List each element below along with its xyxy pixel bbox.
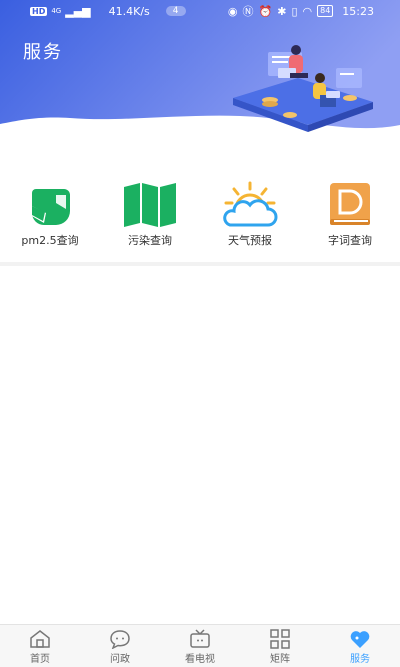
service-grid: pm2.5查询 污染查询 天气预报 字词查询: [0, 178, 400, 248]
nav-label: 看电视: [185, 654, 215, 665]
clock: 15:23: [342, 4, 374, 18]
service-label: 污染查询: [128, 234, 172, 247]
header-banner: HD 4G ▂▄▆ 41.4K/s 4 ◉ Ⓝ ⏰ ✱ ▯ ◠ 84 15:23…: [0, 0, 400, 150]
notification-count: 4: [165, 6, 186, 16]
hd-badge: HD: [30, 6, 48, 16]
wifi-icon: ◠: [302, 4, 313, 18]
nav-label: 服务: [350, 654, 370, 665]
mask-icon: [30, 189, 70, 225]
nav-matrix[interactable]: 矩阵: [240, 625, 320, 667]
map-icon: [124, 183, 176, 227]
service-label: pm2.5查询: [21, 234, 79, 247]
service-label: 天气预报: [228, 234, 272, 247]
nav-service[interactable]: 服务: [320, 625, 400, 667]
bluetooth-icon: ✱: [277, 4, 287, 18]
home-icon: [30, 630, 50, 648]
nfc-icon: Ⓝ: [242, 5, 254, 18]
signal-bars-icon: ▂▄▆: [65, 4, 91, 18]
nav-label: 首页: [30, 654, 50, 665]
tv-icon: [190, 629, 210, 648]
nav-tv[interactable]: 看电视: [160, 625, 240, 667]
grid-icon: [270, 629, 290, 649]
nav-home[interactable]: 首页: [0, 625, 80, 667]
weather-icon: [223, 181, 278, 227]
section-divider: [0, 262, 400, 266]
page-title: 服务: [23, 42, 63, 63]
heart-icon: [350, 631, 370, 648]
nav-label: 问政: [110, 654, 130, 665]
service-label: 字词查询: [328, 234, 372, 247]
alarm-icon: ⏰: [258, 4, 273, 18]
banner-illustration: [233, 45, 373, 132]
vibrate-icon: ▯: [291, 4, 298, 18]
network-speed: 41.4K/s: [108, 4, 150, 18]
battery-icon: 84: [317, 5, 334, 17]
nav-label: 矩阵: [270, 654, 290, 665]
bottom-nav: 首页 问政 看电视 矩阵 服务: [0, 624, 400, 667]
chat-icon: [110, 630, 130, 649]
signal-icon: 4G: [51, 7, 62, 15]
nav-inquiry[interactable]: 问政: [80, 625, 160, 667]
dictionary-icon: [330, 183, 370, 225]
status-bar: HD 4G ▂▄▆ 41.4K/s 4 ◉ Ⓝ ⏰ ✱ ▯ ◠ 84 15:23: [0, 0, 400, 22]
eye-icon: ◉: [227, 4, 238, 18]
